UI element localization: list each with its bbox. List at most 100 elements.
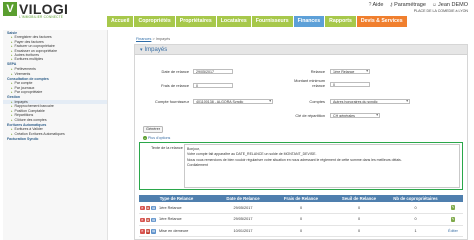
relance-text-section: Texte de la relance Bonjour, Votre compt…	[139, 142, 463, 190]
tab-proprietaires[interactable]: Propriétaires	[175, 16, 216, 27]
montant-minimum-input[interactable]: 0	[330, 81, 370, 87]
cell-nb: 0	[388, 202, 443, 214]
help-link[interactable]: ?Aide	[369, 2, 384, 8]
relances-table: Type de Relance Date de Relance Frais de…	[139, 195, 463, 237]
tab-rapports[interactable]: Rapports	[325, 16, 356, 27]
comptes-label: Comptes	[309, 99, 325, 104]
comptes-select[interactable]: Autres honoraires du syndic	[330, 98, 410, 104]
impayes-panel: ▾ Impayés Date de relance 29/05/2017 Frai…	[134, 44, 468, 240]
row-actions: ✕ ▤ ▤	[140, 217, 156, 222]
cell-seuil: 0	[330, 225, 388, 237]
cell-edit[interactable]: ✎	[443, 202, 463, 214]
compte-fournisseur-select[interactable]: 401100138 - ALGORA Syndic	[193, 98, 273, 104]
cell-type: ✕ ▤ ▤ 1ère Relance	[139, 213, 214, 226]
pdf-icon[interactable]: ▤	[145, 205, 151, 210]
edit-icon[interactable]: ✎	[450, 205, 456, 210]
vilogi-logo[interactable]: V VILOGI L'IMMOBILIER CONNECTÉ	[3, 1, 103, 26]
user-menu[interactable]: ☺Jean DEMO	[432, 2, 468, 8]
tab-accueil[interactable]: Accueil	[107, 16, 134, 27]
cell-type: ✕ ▤ ▤ 1ère Relance	[139, 202, 214, 214]
more-options-toggle[interactable]: + Plus d'options	[143, 136, 170, 140]
letter-line-closing: Cordialement	[187, 163, 208, 168]
table-row: ✕ ▤ ▤ Mise en demeure 10/01/2017 0 0 1 É…	[139, 225, 463, 237]
sidebar-section-facturation-syndic: Facturation Syndic	[7, 136, 39, 141]
col-type-relance[interactable]: Type de Relance	[139, 195, 214, 202]
cell-frais: 0	[272, 225, 330, 237]
tab-locataires[interactable]: Locataires	[216, 16, 251, 27]
cell-type-text: 1ère Relance	[159, 205, 182, 210]
col-nb-coproprietaires[interactable]: Nb de copropriétaires	[388, 195, 443, 202]
help-label: Aide	[372, 2, 384, 8]
delete-icon[interactable]: ✕	[140, 229, 145, 234]
pdf-icon[interactable]: ▤	[145, 229, 151, 234]
relance-text-label: Texte de la relance	[151, 146, 183, 150]
document-icon[interactable]: ▤	[151, 229, 156, 234]
document-icon[interactable]: ▤	[151, 205, 156, 210]
cell-nb: 0	[388, 213, 443, 226]
table-row: ✕ ▤ ▤ 1ère Relance 29/05/2017 0 0 0 ✎	[139, 213, 463, 226]
breadcrumb-finances[interactable]: Finances	[136, 37, 151, 41]
cell-type-text: 1ère Relance	[159, 217, 182, 222]
table-header-row: Type de Relance Date de Relance Frais de…	[139, 195, 463, 202]
row-actions: ✕ ▤ ▤	[140, 205, 156, 210]
top-utility-bar: ?Aide ⚷Paramétrage ☺Jean DEMO	[369, 2, 468, 8]
cell-edit[interactable]: ✎	[443, 213, 463, 226]
row-actions: ✕ ▤ ▤	[140, 229, 156, 234]
tab-devis-services[interactable]: Devis & Services	[356, 16, 407, 27]
plus-circle-icon: +	[143, 136, 147, 140]
panel-title: ▾ Impayés	[140, 47, 167, 53]
date-relance-input[interactable]: 29/05/2017	[193, 68, 233, 74]
frais-relance-label: Frais de relance	[161, 83, 189, 88]
col-date-relance[interactable]: Date de Relance	[214, 195, 272, 202]
montant-minimum-label: Montant minimum relance	[294, 78, 325, 88]
breadcrumb-current: Impayés	[155, 37, 171, 41]
tab-fournisseurs[interactable]: Fournisseurs	[251, 16, 293, 27]
settings-link[interactable]: ⚷Paramétrage	[389, 2, 425, 8]
edit-link[interactable]: Éditer	[448, 229, 458, 233]
relance-label: Relance	[310, 69, 325, 74]
cell-frais: 0	[272, 213, 330, 226]
cell-seuil: 0	[330, 202, 388, 214]
cell-date: 10/01/2017	[214, 225, 272, 237]
current-coproperty: PLACE DE LA COMEDIE à LYON	[413, 9, 468, 13]
delete-icon[interactable]: ✕	[140, 205, 145, 210]
compte-fournisseur-label: Compte fournisseur	[155, 99, 189, 104]
cell-nb: 1	[388, 225, 443, 237]
cle-repartition-select[interactable]: CH générales	[330, 112, 380, 118]
cell-edit[interactable]: Éditer	[443, 225, 463, 237]
cle-repartition-label: Clé de répartition	[295, 113, 325, 118]
relance-select[interactable]: 1ère Relance	[330, 68, 370, 74]
col-frais-relance[interactable]: Frais de Relance	[272, 195, 330, 202]
collapse-chevron-icon: ▾	[140, 46, 143, 53]
col-actions	[443, 195, 463, 202]
cell-frais: 0	[272, 202, 330, 214]
main-content: Finances > Impayés ▾ Impayés Date de rela…	[114, 32, 468, 240]
cell-seuil: 0	[330, 213, 388, 226]
edit-icon[interactable]: ✎	[450, 217, 456, 222]
panel-header[interactable]: ▾ Impayés	[135, 45, 467, 55]
generate-button[interactable]: Générer	[143, 126, 163, 133]
date-relance-label: Date de relance	[161, 69, 189, 74]
cell-date: 29/05/2017	[214, 213, 272, 226]
user-icon: ☺	[431, 2, 438, 8]
key-icon: ⚷	[389, 2, 394, 8]
frais-relance-input[interactable]: 0	[193, 82, 233, 88]
tab-coproprietes[interactable]: Copropriétés	[134, 16, 175, 27]
settings-label: Paramétrage	[394, 2, 426, 8]
main-nav: Accueil Copropriétés Propriétaires Locat…	[107, 16, 407, 27]
logo-mark: V	[3, 2, 17, 16]
breadcrumb: Finances > Impayés	[136, 37, 170, 41]
finance-sidebar: Saisie Enregistrer des factures Payer de…	[3, 30, 108, 240]
table-row: ✕ ▤ ▤ 1ère Relance 29/05/2017 0 0 0 ✎	[139, 202, 463, 214]
tab-finances[interactable]: Finances	[293, 16, 325, 27]
cell-type: ✕ ▤ ▤ Mise en demeure	[139, 225, 214, 237]
col-seuil-relance[interactable]: Seuil de Relance	[330, 195, 388, 202]
delete-icon[interactable]: ✕	[140, 217, 145, 222]
user-name: Jean DEMO	[438, 2, 468, 8]
document-icon[interactable]: ▤	[151, 217, 156, 222]
cell-date: 29/05/2017	[214, 202, 272, 214]
logo-tagline: L'IMMOBILIER CONNECTÉ	[19, 15, 64, 19]
cell-type-text: Mise en demeure	[159, 228, 189, 233]
relance-text-area[interactable]: Bonjour, Votre compte fait apparaître au…	[184, 144, 460, 188]
pdf-icon[interactable]: ▤	[145, 217, 151, 222]
